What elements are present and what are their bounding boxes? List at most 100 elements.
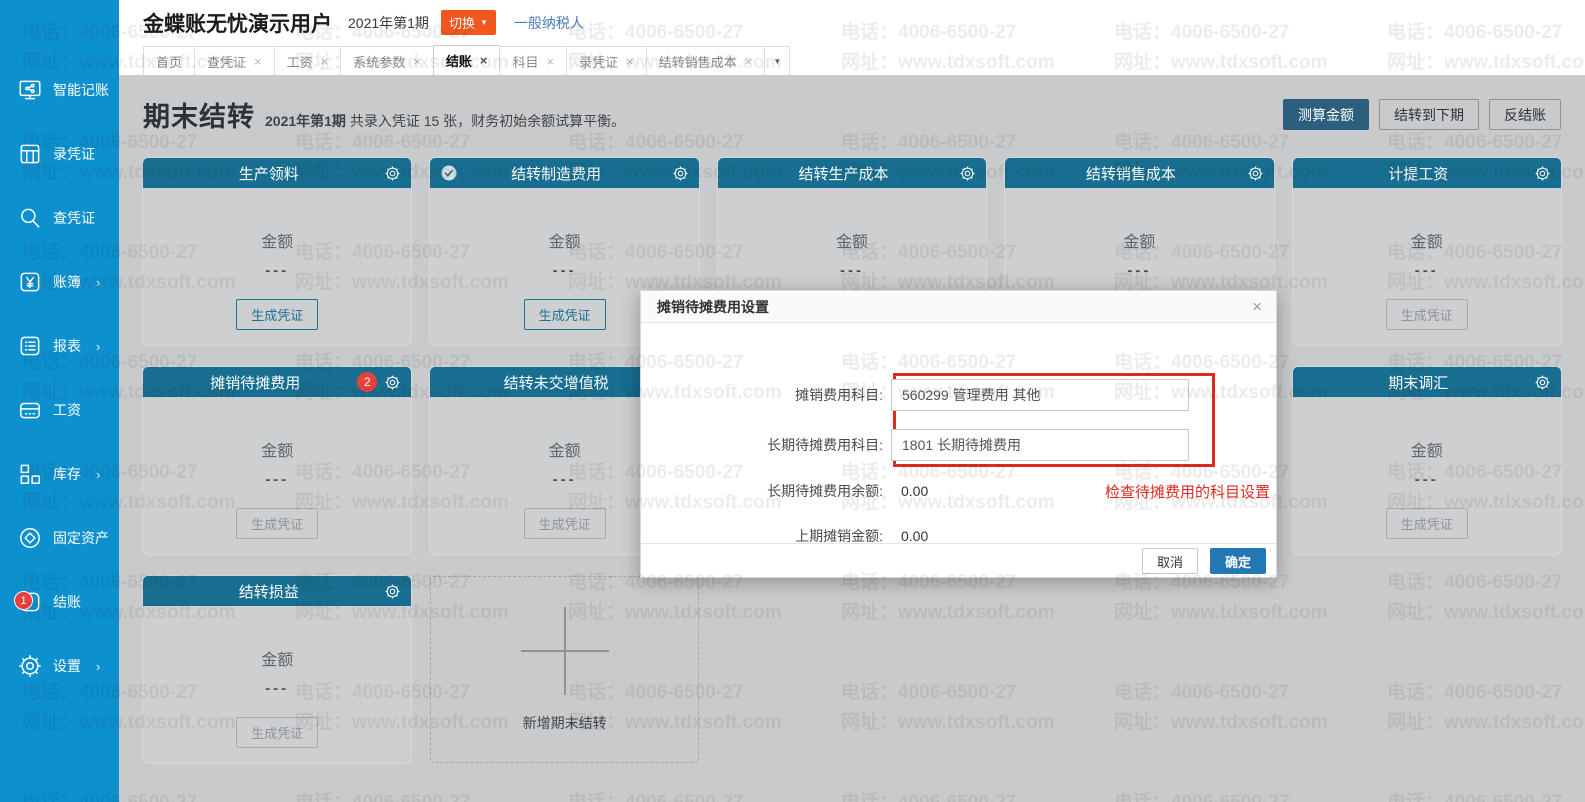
ledger-icon bbox=[16, 268, 44, 296]
gear-icon[interactable] bbox=[959, 165, 976, 182]
card-title: 结转制造费用 bbox=[440, 163, 671, 184]
caret-down-icon: ▼ bbox=[773, 57, 781, 66]
close-icon[interactable]: × bbox=[626, 54, 634, 69]
page-title: 期末结转 bbox=[143, 95, 255, 134]
long-term-balance-value: 0.00 bbox=[891, 483, 928, 499]
confirm-button[interactable]: 确定 bbox=[1210, 548, 1266, 574]
tab-overflow-dropdown[interactable]: ▼ bbox=[764, 46, 790, 75]
tab-payroll[interactable]: 工资× bbox=[274, 46, 342, 75]
voucher-search-icon bbox=[16, 204, 44, 232]
tab-voucher-entry[interactable]: 录凭证× bbox=[566, 46, 647, 75]
sidebar-item-closing[interactable]: 1 结账 bbox=[0, 570, 119, 634]
amount-label: 金额 bbox=[1411, 228, 1443, 252]
caret-down-icon: ▼ bbox=[480, 18, 488, 27]
gear-icon[interactable] bbox=[1247, 165, 1264, 182]
card-title: 结转未交增值税 bbox=[440, 372, 671, 393]
sidebar: 智能记账 录凭证 查凭证 账簿 › 报表 › bbox=[0, 0, 119, 802]
fixed-assets-icon bbox=[16, 524, 44, 552]
switch-period-button[interactable]: 切换 ▼ bbox=[441, 10, 496, 35]
tab-closing[interactable]: 结账× bbox=[433, 45, 501, 75]
amount-label: 金额 bbox=[261, 228, 293, 252]
chevron-right-icon: › bbox=[96, 659, 100, 674]
card-amortize-prepaid: 摊销待摊费用 2 金额 --- 生成凭证 bbox=[143, 367, 411, 554]
voucher-entry-icon bbox=[16, 140, 44, 168]
sidebar-item-reports[interactable]: 报表 › bbox=[0, 314, 119, 378]
sidebar-item-smart-bookkeeping[interactable]: 智能记账 bbox=[0, 58, 119, 122]
tab-home[interactable]: 首页 bbox=[143, 46, 195, 75]
add-carryover-card[interactable]: 新增期末结转 bbox=[430, 576, 698, 763]
dialog-title: 摊销待摊费用设置 bbox=[657, 297, 1252, 317]
card-profit-loss-carryover: 结转损益 金额 --- 生成凭证 bbox=[143, 576, 411, 763]
chevron-right-icon: › bbox=[96, 467, 100, 482]
close-icon[interactable]: × bbox=[480, 53, 488, 68]
annotation-text: 检查待摊费用的科目设置 bbox=[1105, 481, 1270, 502]
amount-label: 金额 bbox=[261, 646, 293, 670]
amount-value: --- bbox=[553, 262, 577, 279]
generate-voucher-button[interactable]: 生成凭证 bbox=[236, 299, 318, 330]
card-title: 结转损益 bbox=[153, 581, 384, 602]
check-circle-icon bbox=[440, 164, 458, 182]
sidebar-item-voucher-entry[interactable]: 录凭证 bbox=[0, 122, 119, 186]
amount-value: --- bbox=[553, 471, 577, 488]
long-term-account-input[interactable] bbox=[891, 429, 1189, 461]
current-period: 2021年第1期 bbox=[348, 13, 429, 33]
gear-icon[interactable] bbox=[384, 583, 401, 600]
settings-icon bbox=[16, 652, 44, 680]
inventory-icon bbox=[16, 460, 44, 488]
close-icon[interactable]: × bbox=[1252, 298, 1262, 315]
tab-voucher-search[interactable]: 查凭证× bbox=[194, 46, 275, 75]
amount-value: --- bbox=[840, 262, 864, 279]
gear-icon[interactable] bbox=[1534, 374, 1551, 391]
amortization-account-input[interactable] bbox=[891, 379, 1189, 411]
add-carryover-label: 新增期末结转 bbox=[523, 713, 607, 733]
calculate-amount-button[interactable]: 测算金额 bbox=[1283, 99, 1369, 130]
page-summary: 共录入凭证 15 张，财务初始余额试算平衡。 bbox=[350, 113, 625, 129]
generate-voucher-button[interactable]: 生成凭证 bbox=[1386, 299, 1468, 330]
tab-cogs-carryover[interactable]: 结转销售成本× bbox=[646, 46, 766, 75]
sidebar-item-payroll[interactable]: 工资 bbox=[0, 378, 119, 442]
page-period: 2021年第1期 bbox=[265, 113, 346, 129]
card-title: 结转销售成本 bbox=[1015, 163, 1246, 184]
gear-icon[interactable] bbox=[384, 374, 401, 391]
close-icon[interactable]: × bbox=[254, 54, 262, 69]
sidebar-item-inventory[interactable]: 库存 › bbox=[0, 442, 119, 506]
generate-voucher-button[interactable]: 生成凭证 bbox=[524, 299, 606, 330]
sidebar-item-ledger[interactable]: 账簿 › bbox=[0, 250, 119, 314]
sidebar-item-settings[interactable]: 设置 › bbox=[0, 634, 119, 698]
amortization-settings-dialog: 摊销待摊费用设置 × 摊销费用科目: 长期待摊费用科目: 长期待摊费用余额: 0… bbox=[640, 290, 1277, 578]
tab-accounts[interactable]: 科目× bbox=[499, 46, 567, 75]
close-icon[interactable]: × bbox=[745, 54, 753, 69]
amount-label: 金额 bbox=[1123, 228, 1155, 252]
generate-voucher-button[interactable]: 生成凭证 bbox=[1386, 508, 1468, 539]
reverse-closing-button[interactable]: 反结账 bbox=[1489, 99, 1561, 130]
sidebar-item-label: 固定资产 bbox=[53, 528, 109, 548]
close-icon[interactable]: × bbox=[546, 54, 554, 69]
generate-voucher-button[interactable]: 生成凭证 bbox=[524, 508, 606, 539]
cancel-button[interactable]: 取消 bbox=[1142, 548, 1198, 574]
smart-bookkeeping-icon bbox=[16, 76, 44, 104]
close-icon[interactable]: × bbox=[413, 54, 421, 69]
sidebar-item-label: 设置 bbox=[53, 656, 81, 676]
amount-label: 金额 bbox=[549, 437, 581, 461]
long-term-account-label: 长期待摊费用科目: bbox=[641, 435, 891, 455]
card-title: 结转生产成本 bbox=[728, 163, 959, 184]
sidebar-item-voucher-search[interactable]: 查凭证 bbox=[0, 186, 119, 250]
taxpayer-type-link[interactable]: 一般纳税人 bbox=[514, 13, 584, 33]
gear-icon[interactable] bbox=[1534, 165, 1551, 182]
prev-amortized-value: 0.00 bbox=[891, 528, 928, 544]
page-header: 期末结转 2021年第1期 共录入凭证 15 张，财务初始余额试算平衡。 测算金… bbox=[143, 95, 1561, 134]
card-title: 生产领料 bbox=[153, 163, 384, 184]
sidebar-item-fixed-assets[interactable]: 固定资产 bbox=[0, 506, 119, 570]
closing-badge: 1 bbox=[14, 591, 33, 610]
generate-voucher-button[interactable]: 生成凭证 bbox=[236, 717, 318, 748]
tab-bar: 首页 查凭证× 工资× 系统参数× 结账× 科目× 录凭证× 结转销售成本× ▼ bbox=[119, 45, 1585, 75]
tab-system-params[interactable]: 系统参数× bbox=[340, 46, 434, 75]
carry-forward-button[interactable]: 结转到下期 bbox=[1379, 99, 1479, 130]
card-title: 计提工资 bbox=[1303, 163, 1534, 184]
gear-icon[interactable] bbox=[384, 165, 401, 182]
close-icon[interactable]: × bbox=[321, 54, 329, 69]
prev-amortized-label: 上期摊销金额: bbox=[641, 526, 891, 546]
amount-label: 金额 bbox=[549, 228, 581, 252]
generate-voucher-button[interactable]: 生成凭证 bbox=[236, 508, 318, 539]
gear-icon[interactable] bbox=[672, 165, 689, 182]
